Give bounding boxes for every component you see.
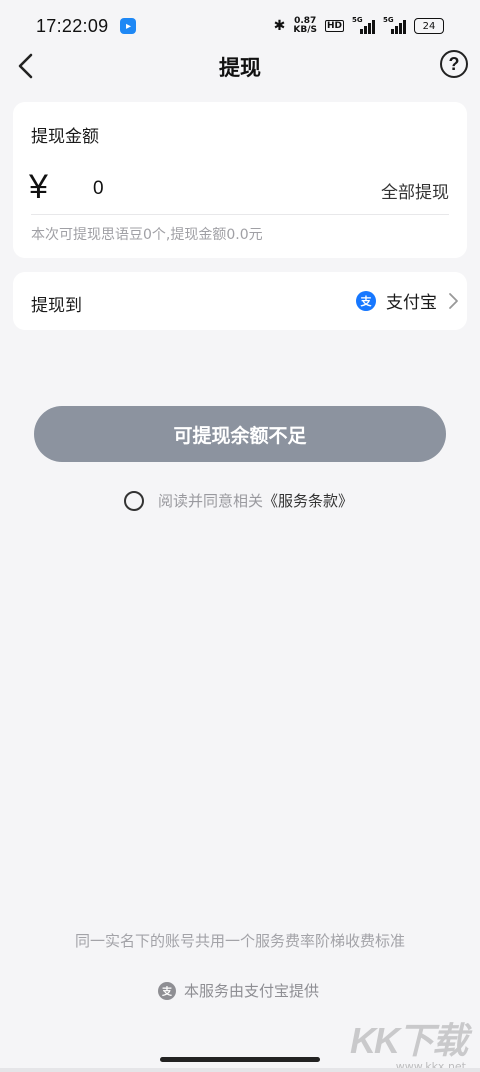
chevron-left-icon [18, 53, 33, 79]
sim2-label: 5G [383, 16, 394, 24]
home-indicator[interactable] [160, 1057, 320, 1062]
withdraw-all-button[interactable]: 全部提现 [381, 178, 449, 203]
chevron-right-icon [449, 292, 458, 309]
agreement-text: 阅读并同意相关 [158, 492, 264, 510]
bluetooth-icon: ✱ [273, 18, 286, 34]
battery-icon: 24 [414, 18, 444, 34]
sim1-label: 5G [352, 16, 363, 24]
amount-input[interactable] [93, 174, 293, 204]
withdraw-target-label: 提现到 [31, 296, 82, 316]
withdraw-hint: 本次可提现思语豆0个,提现金额0.0元 [31, 227, 263, 243]
status-indicators: ✱ 0.87 KB/S HD 5G 5G 24 [273, 16, 444, 35]
hd-badge: HD [324, 20, 344, 32]
alipay-icon: 支 [356, 290, 376, 311]
alipay-provider-icon: 支 [158, 981, 176, 1000]
signal-icon-sim2: 5G [383, 16, 406, 34]
watermark: KK下载 www.kkx.net [350, 1012, 468, 1072]
help-question-icon[interactable]: ? [440, 50, 468, 78]
fee-note: 同一实名下的账号共用一个服务费率阶梯收费标准 [74, 932, 405, 950]
terms-link[interactable]: 《服务条款》 [263, 492, 353, 510]
provider-row: 支 本服务由支付宝提供 [158, 980, 319, 1001]
bottom-edge [0, 1068, 480, 1072]
withdraw-target-card[interactable]: 提现到 支 支付宝 [13, 272, 467, 330]
submit-withdraw-button[interactable]: 可提现余额不足 [34, 406, 446, 462]
network-speed: 0.87 KB/S [293, 17, 317, 35]
battery-level: 24 [422, 20, 436, 32]
withdraw-method-name: 支付宝 [386, 293, 437, 313]
page-title: 提现 [219, 56, 261, 80]
notification-app-icon: ▸ [120, 18, 137, 34]
agreement-row: 阅读并同意相关《服务条款》 [124, 490, 353, 511]
back-button[interactable] [10, 50, 42, 82]
signal-icon-sim1: 5G [352, 16, 375, 34]
provider-text: 本服务由支付宝提供 [184, 982, 320, 1000]
withdraw-method-selector[interactable]: 支 支付宝 [356, 288, 459, 313]
withdraw-amount-card: 提现金额 ¥ 全部提现 本次可提现思语豆0个,提现金额0.0元 [13, 102, 467, 258]
status-time: 17:22:09 [36, 15, 109, 36]
watermark-logo: KK下载 [350, 1020, 468, 1061]
withdraw-amount-label: 提现金额 [31, 127, 99, 147]
divider [31, 214, 449, 215]
currency-symbol: ¥ [29, 168, 48, 206]
agreement-checkbox[interactable] [124, 490, 144, 511]
network-speed-unit: KB/S [293, 25, 317, 35]
nav-header: 提现 ? [0, 44, 480, 90]
